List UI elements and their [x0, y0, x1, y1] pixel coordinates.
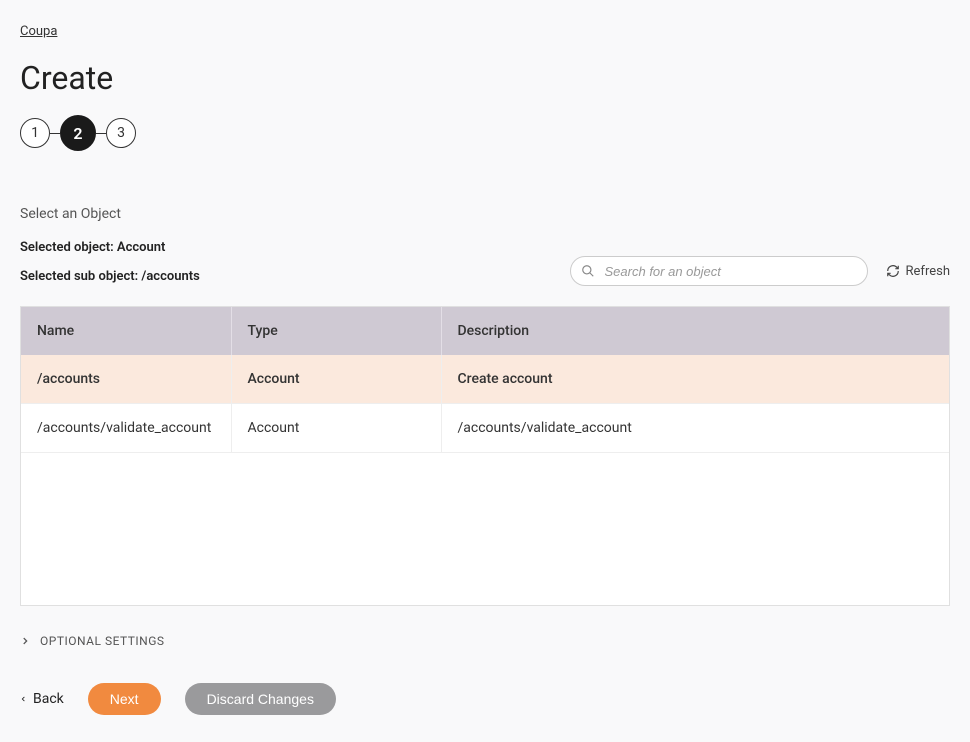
optional-settings-label: OPTIONAL SETTINGS — [40, 634, 165, 648]
step-connector — [96, 133, 106, 134]
wizard-footer: Back Next Discard Changes — [20, 683, 950, 715]
chevron-left-icon — [20, 694, 27, 704]
wizard-stepper: 1 2 3 — [20, 115, 950, 151]
search-wrapper — [570, 256, 868, 286]
section-label: Select an Object — [20, 206, 950, 222]
step-3[interactable]: 3 — [106, 118, 136, 148]
page-title: Create — [20, 59, 950, 97]
optional-settings-toggle[interactable]: OPTIONAL SETTINGS — [20, 634, 950, 648]
col-header-type[interactable]: Type — [231, 307, 441, 355]
col-header-name[interactable]: Name — [21, 307, 231, 355]
back-button[interactable]: Back — [20, 691, 64, 707]
cell-name: /accounts/validate_account — [21, 404, 231, 453]
cell-type: Account — [231, 355, 441, 404]
refresh-icon — [886, 264, 900, 278]
breadcrumb-coupa[interactable]: Coupa — [20, 24, 57, 39]
step-1[interactable]: 1 — [20, 118, 50, 148]
table-row[interactable]: /accounts Account Create account — [21, 355, 949, 404]
refresh-label: Refresh — [906, 264, 950, 279]
object-table: Name Type Description /accounts Account … — [21, 307, 949, 453]
table-row[interactable]: /accounts/validate_account Account /acco… — [21, 404, 949, 453]
cell-name: /accounts — [21, 355, 231, 404]
object-table-container: Name Type Description /accounts Account … — [20, 306, 950, 606]
cell-description: /accounts/validate_account — [441, 404, 949, 453]
refresh-button[interactable]: Refresh — [886, 264, 950, 279]
col-header-description[interactable]: Description — [441, 307, 949, 355]
cell-type: Account — [231, 404, 441, 453]
chevron-right-icon — [20, 636, 30, 646]
next-button[interactable]: Next — [88, 683, 161, 715]
step-2[interactable]: 2 — [60, 115, 96, 151]
search-icon — [581, 264, 595, 278]
back-label: Back — [33, 691, 64, 707]
cell-description: Create account — [441, 355, 949, 404]
discard-button[interactable]: Discard Changes — [185, 683, 336, 715]
search-input[interactable] — [570, 256, 868, 286]
selected-object: Selected object: Account — [20, 240, 950, 255]
step-connector — [50, 133, 60, 134]
